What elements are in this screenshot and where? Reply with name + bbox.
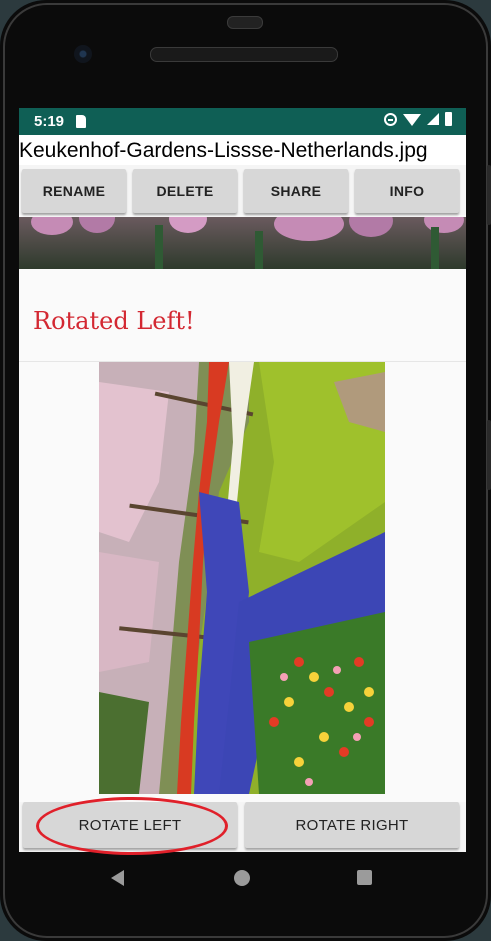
file-title: Keukenhof-Gardens-Lissse-Netherlands.jpg: [19, 135, 466, 165]
app-screen: 5:19 Keukenhof-Gardens-Lissse-Netherland…: [19, 108, 466, 852]
info-button[interactable]: INFO: [355, 169, 459, 213]
photo-rendering: [99, 362, 385, 794]
rename-button[interactable]: RENAME: [22, 169, 126, 213]
status-message: Rotated Left!: [33, 307, 195, 335]
phone-frame: 5:19 Keukenhof-Gardens-Lissse-Netherland…: [0, 0, 491, 941]
wifi-icon: [403, 114, 421, 126]
recents-icon[interactable]: [357, 870, 372, 885]
battery-icon: [445, 112, 452, 126]
sd-card-icon: [76, 115, 86, 128]
back-icon[interactable]: [111, 870, 124, 886]
share-button[interactable]: SHARE: [244, 169, 348, 213]
signal-icon: [427, 113, 439, 125]
rotate-right-button[interactable]: ROTATE RIGHT: [245, 802, 459, 848]
garden-photo: [99, 362, 385, 794]
status-icons: [384, 112, 452, 126]
volume-button: [487, 165, 491, 225]
speaker-grille: [150, 47, 338, 62]
earpiece: [227, 16, 263, 29]
navigation-bar: [19, 852, 466, 904]
status-bar: 5:19: [19, 108, 466, 135]
power-button: [487, 420, 491, 490]
home-icon[interactable]: [234, 870, 250, 886]
highlight-ellipse: [36, 797, 228, 855]
message-area: Rotated Left!: [19, 269, 466, 362]
delete-button[interactable]: DELETE: [133, 169, 237, 213]
status-time: 5:19: [34, 113, 65, 130]
do-not-disturb-icon: [384, 112, 397, 126]
front-camera: [74, 45, 92, 63]
header-image-strip: [19, 217, 466, 269]
action-toolbar: RENAME DELETE SHARE INFO: [19, 165, 466, 215]
